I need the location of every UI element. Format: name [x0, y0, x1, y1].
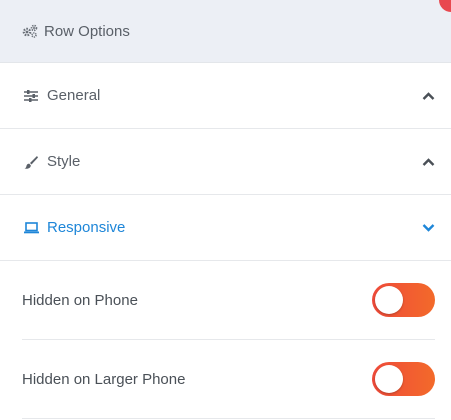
option-label: Hidden on Larger Phone — [22, 370, 186, 388]
toggle-knob — [375, 286, 403, 314]
section-general-label: General — [47, 87, 101, 104]
gears-icon — [22, 23, 38, 39]
close-icon[interactable] — [439, 0, 451, 12]
option-row-hidden-on-larger-phone: Hidden on Larger Phone — [22, 340, 435, 419]
hidden-on-phone-toggle[interactable] — [372, 283, 435, 317]
hidden-on-larger-phone-toggle[interactable] — [372, 362, 435, 396]
panel-header: Row Options — [0, 0, 451, 63]
row-options-panel: Row Options General Style Responsive Hid… — [0, 0, 451, 420]
chevron-up-icon[interactable] — [421, 89, 435, 103]
panel-title: Row Options — [44, 22, 130, 40]
option-label: Hidden on Phone — [22, 291, 138, 309]
sliders-icon — [23, 88, 39, 104]
section-responsive[interactable]: Responsive — [0, 195, 451, 261]
chevron-up-icon[interactable] — [421, 155, 435, 169]
section-general[interactable]: General — [0, 63, 451, 129]
section-responsive-label: Responsive — [47, 219, 126, 236]
toggle-knob — [375, 365, 403, 393]
paintbrush-icon — [23, 154, 39, 170]
section-style-label: Style — [47, 153, 81, 170]
option-row-hidden-on-phone: Hidden on Phone — [22, 261, 435, 340]
laptop-icon — [23, 220, 39, 236]
section-style[interactable]: Style — [0, 129, 451, 195]
chevron-down-icon[interactable] — [421, 221, 435, 235]
